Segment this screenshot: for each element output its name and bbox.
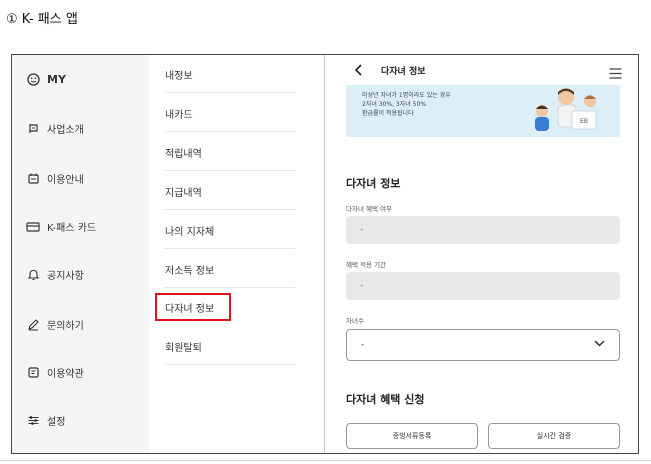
notice-icon: [26, 122, 40, 136]
highlight-box: [155, 293, 231, 321]
menu-item-settings[interactable]: 설정: [26, 413, 65, 428]
sub-item-withdraw[interactable]: 회원탈퇴: [165, 339, 295, 365]
settings-sliders-icon: [26, 414, 40, 428]
section-title-multi-child: 다자녀 정보: [346, 177, 401, 190]
bell-icon: [26, 268, 40, 282]
upload-documents-button[interactable]: 증빙서류등록: [346, 423, 478, 449]
caption: ① K- 패스 앱: [6, 12, 78, 27]
menu-item-label: 이용안내: [47, 175, 84, 186]
family-illustration: EB: [535, 88, 597, 131]
pencil-icon: [26, 318, 40, 332]
top-bar: 다자녀 정보: [325, 55, 638, 85]
sub-item-payment-history[interactable]: 지급내역: [165, 184, 295, 210]
back-arrow-icon[interactable]: [353, 62, 363, 81]
menu-item-guide[interactable]: 이용안내: [26, 171, 84, 186]
card-icon: [26, 220, 40, 234]
banner-line: 환급률이 적용됩니다: [362, 110, 414, 117]
field-label-benefit-status: 다자녀 혜택 여부: [346, 205, 392, 213]
field-benefit-status: -: [346, 216, 620, 244]
menu-item-label: K-패스 카드: [47, 223, 97, 234]
realtime-verify-button[interactable]: 실시간 검증: [488, 423, 620, 449]
banner-line: 미성년 자녀가 1명이라도 있는 경우: [362, 92, 451, 99]
menu-item-notice[interactable]: 공지사항: [26, 267, 84, 282]
sub-item-my-card[interactable]: 내카드: [165, 106, 295, 132]
menu-item-label: 사업소개: [47, 125, 84, 136]
menu-item-label: 설정: [47, 417, 66, 428]
hamburger-menu-icon[interactable]: [609, 64, 622, 83]
banner-text: 미성년 자녀가 1명이라도 있는 경우 2자녀 30%, 3자녀 50% 환급률…: [362, 91, 512, 118]
sub-item-my-info[interactable]: 내정보: [165, 67, 295, 93]
menu-item-intro[interactable]: 사업소개: [26, 121, 84, 136]
sub-item-savings-history[interactable]: 적립내역: [165, 145, 295, 171]
sub-item-my-region[interactable]: 나의 지자체: [165, 223, 295, 249]
divider: [0, 460, 651, 461]
menu-item-inquiry[interactable]: 문의하기: [26, 317, 84, 332]
child-count-value: -: [361, 340, 365, 350]
banner-badge: EB: [580, 118, 588, 125]
banner-line: 2자녀 30%, 3자녀 50%: [362, 101, 427, 108]
document-icon: [26, 366, 40, 380]
app-frame: MY 사업소개 이용안내 K-패스 카드 공지사항 문의하기 이용약관 설정 내…: [11, 54, 639, 454]
field-label-benefit-period: 혜택 적용 기간: [346, 261, 387, 269]
section-title-apply: 다자녀 혜택 신청: [346, 393, 425, 406]
field-label-child-count: 자녀수: [346, 317, 364, 325]
menu-item-label: 공지사항: [47, 271, 84, 282]
menu-item-label: 이용약관: [47, 369, 84, 380]
left-menu: MY 사업소개 이용안내 K-패스 카드 공지사항 문의하기 이용약관 설정: [12, 55, 149, 453]
sub-menu: 내정보 내카드 적립내역 지급내역 나의 지자체 저소득 정보 다자녀 정보 회…: [149, 55, 325, 453]
menu-my-label: MY: [47, 72, 66, 86]
smile-icon: [26, 72, 40, 86]
menu-item-label: 문의하기: [47, 321, 84, 332]
menu-item-terms[interactable]: 이용약관: [26, 365, 84, 380]
app-screen: 다자녀 정보 미성년 자녀가 1명이라도 있는 경우 2자녀 30%, 3자녀 …: [325, 55, 638, 453]
screen-title: 다자녀 정보: [381, 67, 426, 77]
menu-item-card[interactable]: K-패스 카드: [26, 219, 96, 234]
field-benefit-period: -: [346, 272, 620, 300]
child-count-select[interactable]: -: [346, 329, 620, 361]
info-banner: 미성년 자녀가 1명이라도 있는 경우 2자녀 30%, 3자녀 50% 환급률…: [346, 85, 620, 137]
sub-item-low-income[interactable]: 저소득 정보: [165, 262, 295, 288]
menu-my[interactable]: MY: [26, 72, 66, 86]
chevron-down-icon: [594, 340, 605, 350]
calendar-icon: [26, 172, 40, 186]
